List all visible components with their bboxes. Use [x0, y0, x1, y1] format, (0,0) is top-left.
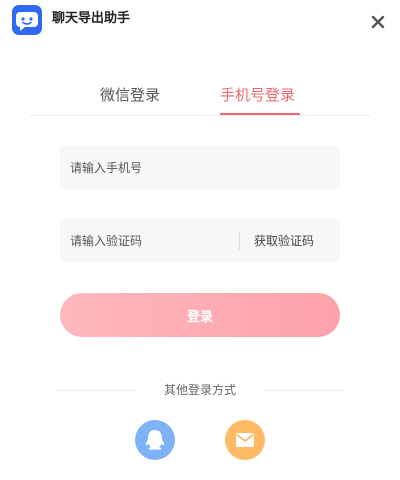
- active-tab-indicator: [220, 113, 300, 115]
- code-field: 获取验证码: [60, 219, 340, 262]
- other-login-divider: 其他登录方式: [56, 380, 344, 400]
- other-login-label: 其他登录方式: [163, 383, 236, 397]
- chat-bubble-icon: [12, 5, 42, 35]
- phone-field: [60, 146, 340, 189]
- phone-input[interactable]: [70, 146, 330, 189]
- app-title: 聊天导出助手: [52, 11, 131, 26]
- verification-code-input[interactable]: [70, 219, 230, 262]
- field-divider: [239, 232, 240, 250]
- mail-icon: [236, 433, 254, 447]
- login-tabs: 微信登录 手机号登录: [30, 74, 370, 116]
- divider-line-right: [264, 390, 344, 391]
- email-login-button[interactable]: [225, 420, 265, 460]
- get-code-button[interactable]: 获取验证码: [254, 232, 314, 250]
- login-button[interactable]: 登录: [60, 293, 340, 337]
- divider-line-left: [56, 390, 136, 391]
- qq-icon: [145, 430, 165, 450]
- close-icon[interactable]: [368, 12, 388, 32]
- title-bar: 聊天导出助手: [0, 0, 400, 44]
- tab-wechat-login[interactable]: 微信登录: [100, 84, 160, 106]
- qq-login-button[interactable]: [135, 420, 175, 460]
- tab-phone-login[interactable]: 手机号登录: [220, 84, 295, 106]
